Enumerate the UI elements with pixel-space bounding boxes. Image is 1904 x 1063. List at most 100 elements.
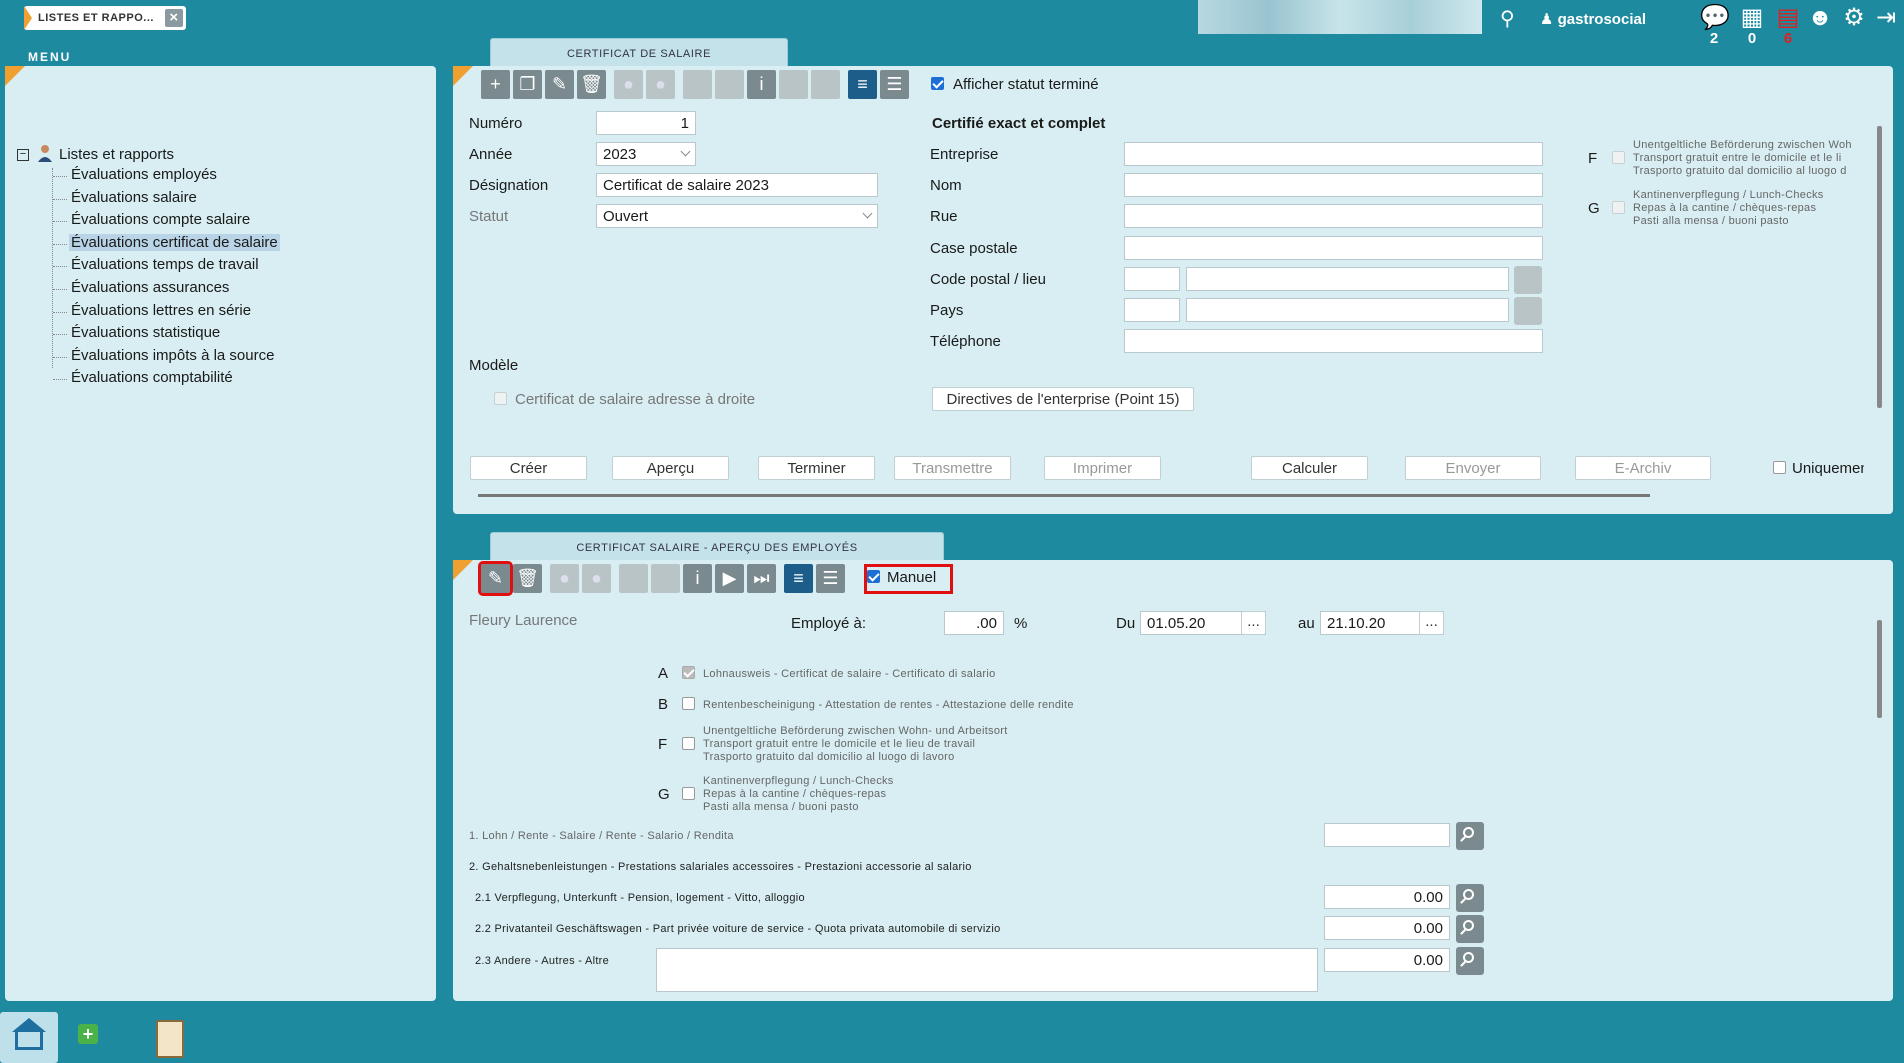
- last-icon[interactable]: ⏭: [747, 564, 776, 593]
- open-tab-listes[interactable]: LISTES ET RAPPO... ×: [24, 6, 186, 30]
- directives-button[interactable]: Directives de l'enterprise (Point 15): [932, 387, 1194, 411]
- line22-field[interactable]: 0.00: [1324, 916, 1450, 940]
- statut-select[interactable]: Ouvert: [596, 204, 878, 228]
- telephone-field[interactable]: [1124, 329, 1543, 353]
- list-view-icon[interactable]: ☰: [880, 70, 909, 99]
- info-icon[interactable]: i: [683, 564, 712, 593]
- line22-lookup-button[interactable]: [1456, 915, 1484, 943]
- envoyer-button[interactable]: Envoyer: [1405, 456, 1541, 480]
- line23-description-field[interactable]: [656, 948, 1318, 992]
- address-right-checkbox[interactable]: [494, 392, 507, 405]
- g-checkbox[interactable]: [1612, 201, 1625, 214]
- add-icon[interactable]: +: [481, 70, 510, 99]
- tree-item[interactable]: Évaluations temps de travail: [71, 256, 259, 273]
- home-icon[interactable]: [0, 1012, 58, 1063]
- line1-field[interactable]: [1324, 823, 1450, 847]
- line23-field[interactable]: 0.00: [1324, 948, 1450, 972]
- add-icon[interactable]: +: [78, 1024, 98, 1044]
- rue-field[interactable]: [1124, 204, 1543, 228]
- form-view-icon[interactable]: ≡: [784, 564, 813, 593]
- user-menu[interactable]: ♟ gastrosocial: [1540, 10, 1646, 28]
- entreprise-field[interactable]: [1124, 142, 1543, 166]
- info-icon[interactable]: i: [747, 70, 776, 99]
- line1-lookup-button[interactable]: [1456, 822, 1484, 850]
- a-checkbox[interactable]: [682, 666, 695, 679]
- tree-item[interactable]: Évaluations statistique: [71, 324, 220, 341]
- vertical-scrollbar[interactable]: [1877, 620, 1882, 718]
- delete-icon[interactable]: 🗑: [513, 564, 542, 593]
- cancel-icon[interactable]: ●: [646, 70, 675, 99]
- annee-select[interactable]: 2023: [596, 142, 696, 166]
- f-checkbox[interactable]: [682, 737, 695, 750]
- first-icon[interactable]: [619, 564, 648, 593]
- tree-item[interactable]: Évaluations assurances: [71, 279, 229, 296]
- f-checkbox[interactable]: [1612, 151, 1625, 164]
- edit-icon[interactable]: ✎: [478, 561, 513, 596]
- country-code-field[interactable]: [1124, 298, 1180, 322]
- b-checkbox[interactable]: [682, 697, 695, 710]
- gear-icon[interactable]: ⚙: [1840, 4, 1868, 32]
- line21-field[interactable]: 0.00: [1324, 885, 1450, 909]
- transmettre-button[interactable]: Transmettre: [894, 456, 1011, 480]
- tree-item[interactable]: Évaluations employés: [71, 166, 217, 183]
- tab-certificat[interactable]: CERTIFICAT DE SALAIRE: [490, 38, 788, 66]
- apercu-button[interactable]: Aperçu: [612, 456, 729, 480]
- creer-button[interactable]: Créer: [470, 456, 587, 480]
- save-icon[interactable]: ●: [550, 564, 579, 593]
- tab-employes[interactable]: CERTIFICAT SALAIRE - APERÇU DES EMPLOYÉS: [490, 532, 944, 560]
- prev-icon[interactable]: [715, 70, 744, 99]
- line21-lookup-button[interactable]: [1456, 884, 1484, 912]
- last-icon[interactable]: [811, 70, 840, 99]
- tree-root[interactable]: − Listes et rapports: [17, 144, 174, 166]
- vertical-scrollbar[interactable]: [1877, 126, 1882, 408]
- g-checkbox[interactable]: [682, 787, 695, 800]
- form-view-icon[interactable]: ≡: [848, 70, 877, 99]
- country-lookup-button[interactable]: [1514, 297, 1542, 325]
- copy-icon[interactable]: ❐: [513, 70, 542, 99]
- chat-icon[interactable]: 💬: [1700, 4, 1730, 32]
- tree-item[interactable]: Évaluations lettres en série: [71, 302, 251, 319]
- collapse-icon[interactable]: −: [17, 149, 29, 161]
- calculer-button[interactable]: Calculer: [1251, 456, 1368, 480]
- imprimer-button[interactable]: Imprimer: [1044, 456, 1161, 480]
- search-icon[interactable]: ⚲: [1500, 6, 1515, 31]
- next-icon[interactable]: [779, 70, 808, 99]
- tree-item-selected[interactable]: Évaluations certificat de salaire: [69, 234, 280, 251]
- country-field[interactable]: [1186, 298, 1509, 322]
- show-finished-checkbox[interactable]: [931, 77, 944, 90]
- numero-field[interactable]: 1: [596, 111, 696, 135]
- earchiv-button[interactable]: E-Archiv: [1575, 456, 1711, 480]
- percent-field[interactable]: .00: [944, 611, 1004, 635]
- line23-lookup-button[interactable]: [1456, 947, 1484, 975]
- tree-item[interactable]: Évaluations comptabilité: [71, 369, 233, 386]
- city-field[interactable]: [1186, 267, 1509, 291]
- designation-field[interactable]: Certificat de salaire 2023: [596, 173, 878, 197]
- calendar-icon[interactable]: ▦: [1738, 4, 1766, 32]
- prev-icon[interactable]: [651, 564, 680, 593]
- only-checkbox[interactable]: [1773, 461, 1786, 474]
- au-picker-button[interactable]: ...: [1419, 611, 1444, 635]
- list-view-icon[interactable]: ☰: [816, 564, 845, 593]
- terminer-button[interactable]: Terminer: [758, 456, 875, 480]
- du-picker-button[interactable]: ...: [1241, 611, 1266, 635]
- group-icon[interactable]: ☻: [1806, 4, 1834, 32]
- tree-item[interactable]: Évaluations compte salaire: [71, 211, 250, 228]
- postal-lookup-button[interactable]: [1514, 266, 1542, 294]
- horizontal-scrollbar[interactable]: [478, 494, 1650, 497]
- tree-item[interactable]: Évaluations salaire: [71, 189, 197, 206]
- manual-checkbox[interactable]: [867, 570, 880, 583]
- edit-icon[interactable]: ✎: [545, 70, 574, 99]
- report-icon[interactable]: [156, 1020, 184, 1058]
- tree-item[interactable]: Évaluations impôts à la source: [71, 347, 274, 364]
- postal-code-field[interactable]: [1124, 267, 1180, 291]
- logout-icon[interactable]: ⇥: [1872, 4, 1900, 32]
- cancel-icon[interactable]: ●: [582, 564, 611, 593]
- save-icon[interactable]: ●: [614, 70, 643, 99]
- clipboard-icon[interactable]: ▤: [1774, 4, 1802, 32]
- delete-icon[interactable]: 🗑: [577, 70, 606, 99]
- next-icon[interactable]: ▶: [715, 564, 744, 593]
- nom-field[interactable]: [1124, 173, 1543, 197]
- first-icon[interactable]: [683, 70, 712, 99]
- case-postale-field[interactable]: [1124, 236, 1543, 260]
- close-icon[interactable]: ×: [165, 9, 183, 27]
